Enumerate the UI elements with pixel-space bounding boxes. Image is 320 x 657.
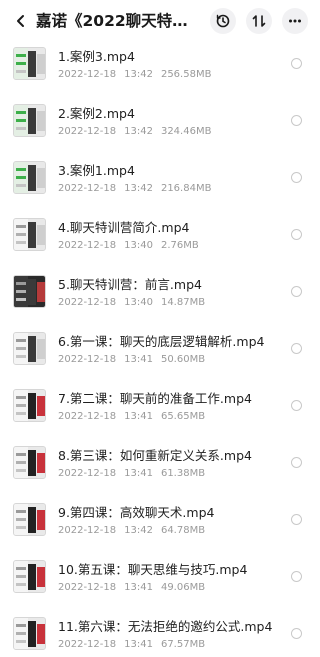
file-row[interactable]: 5.聊天特训营：前言.mp4 2022-12-18 13:40 14.87MB (0, 270, 320, 327)
file-row[interactable]: 9.第四课：高效聊天术.mp4 2022-12-18 13:42 64.78MB (0, 498, 320, 555)
file-size: 324.46MB (160, 126, 212, 137)
select-radio[interactable] (291, 286, 302, 297)
file-size: 64.78MB (160, 525, 206, 536)
file-date: 2022-12-18 (58, 525, 117, 536)
file-date: 2022-12-18 (58, 240, 117, 251)
file-meta: 2022-12-18 13:42 64.78MB (58, 524, 213, 538)
file-size: 65.65MB (160, 411, 206, 422)
file-meta: 2022-12-18 13:41 49.06MB (58, 581, 213, 595)
file-date: 2022-12-18 (58, 468, 117, 479)
video-thumbnail (13, 389, 46, 422)
select-radio[interactable] (291, 400, 302, 411)
file-size: 49.06MB (160, 582, 206, 593)
file-time: 13:40 (124, 297, 153, 308)
file-date: 2022-12-18 (58, 639, 117, 650)
file-name: 11.第六课：无法拒绝的邀约公式.mp4 (58, 619, 273, 634)
video-thumbnail (13, 617, 46, 650)
file-size: 14.87MB (160, 297, 206, 308)
file-row[interactable]: 11.第六课：无法拒绝的邀约公式.mp4 2022-12-18 13:41 67.57… (0, 612, 320, 657)
file-time: 13:40 (124, 240, 153, 251)
file-name: 10.第五课：聊天思维与技巧.mp4 (58, 562, 248, 577)
file-meta: 2022-12-18 13:41 61.38MB (58, 467, 213, 481)
file-size: 2.76MB (160, 240, 199, 251)
file-name: 6.第一课：聊天的底层逻辑解析.mp4 (58, 334, 265, 349)
file-time: 13:42 (124, 183, 153, 194)
file-row[interactable]: 6.第一课：聊天的底层逻辑解析.mp4 2022-12-18 13:41 50.60M… (0, 327, 320, 384)
select-radio[interactable] (291, 115, 302, 126)
back-arrow-icon[interactable] (10, 10, 32, 32)
video-thumbnail (13, 47, 46, 80)
video-thumbnail (13, 332, 46, 365)
select-radio[interactable] (291, 229, 302, 240)
file-row[interactable]: 8.第三课：如何重新定义关系.mp4 2022-12-18 13:41 61.38MB (0, 441, 320, 498)
file-name: 4.聊天特训营简介.mp4 (58, 220, 190, 235)
file-date: 2022-12-18 (58, 411, 117, 422)
file-time: 13:42 (124, 126, 153, 137)
file-time: 13:42 (124, 69, 153, 80)
file-name: 8.第三课：如何重新定义关系.mp4 (58, 448, 252, 463)
file-row[interactable]: 4.聊天特训营简介.mp4 2022-12-18 13:40 2.76MB (0, 213, 320, 270)
file-name: 2.案例2.mp4 (58, 106, 135, 121)
file-name: 3.案例1.mp4 (58, 163, 135, 178)
file-name: 5.聊天特训营：前言.mp4 (58, 277, 202, 292)
select-radio[interactable] (291, 514, 302, 525)
file-size: 50.60MB (160, 354, 206, 365)
file-time: 13:41 (124, 639, 153, 650)
select-radio[interactable] (291, 457, 302, 468)
file-time: 13:41 (124, 582, 153, 593)
select-radio[interactable] (291, 58, 302, 69)
file-meta: 2022-12-18 13:41 67.57MB (58, 638, 213, 652)
video-thumbnail (13, 560, 46, 593)
file-list: 1.案例3.mp4 2022-12-18 13:42 256.58MB 2.案例2.mp… (0, 42, 320, 657)
file-row[interactable]: 7.第二课：聊天前的准备工作.mp4 2022-12-18 13:41 65.65MB (0, 384, 320, 441)
file-time: 13:41 (124, 468, 153, 479)
select-radio[interactable] (291, 172, 302, 183)
video-thumbnail (13, 503, 46, 536)
file-date: 2022-12-18 (58, 582, 117, 593)
page-title: 嘉诺《2022聊天特训营... (36, 12, 196, 30)
select-radio[interactable] (291, 628, 302, 639)
file-meta: 2022-12-18 13:40 2.76MB (58, 239, 207, 253)
file-meta: 2022-12-18 13:40 14.87MB (58, 296, 213, 310)
file-row[interactable]: 10.第五课：聊天思维与技巧.mp4 2022-12-18 13:41 49.06MB (0, 555, 320, 612)
file-date: 2022-12-18 (58, 126, 117, 137)
video-thumbnail (13, 104, 46, 137)
file-time: 13:41 (124, 354, 153, 365)
file-row[interactable]: 1.案例3.mp4 2022-12-18 13:42 256.58MB (0, 42, 320, 99)
top-bar: 嘉诺《2022聊天特训营... (0, 0, 320, 42)
file-meta: 2022-12-18 13:41 50.60MB (58, 353, 213, 367)
video-thumbnail (13, 275, 46, 308)
file-size: 256.58MB (160, 69, 212, 80)
file-time: 13:41 (124, 411, 153, 422)
file-name: 7.第二课：聊天前的准备工作.mp4 (58, 391, 252, 406)
file-row[interactable]: 3.案例1.mp4 2022-12-18 13:42 216.84MB (0, 156, 320, 213)
file-date: 2022-12-18 (58, 183, 117, 194)
file-size: 67.57MB (160, 639, 206, 650)
file-row[interactable]: 2.案例2.mp4 2022-12-18 13:42 324.46MB (0, 99, 320, 156)
file-time: 13:42 (124, 525, 153, 536)
file-meta: 2022-12-18 13:42 324.46MB (58, 125, 219, 139)
select-radio[interactable] (291, 343, 302, 354)
video-thumbnail (13, 218, 46, 251)
sort-icon[interactable] (246, 8, 272, 34)
video-thumbnail (13, 446, 46, 479)
file-meta: 2022-12-18 13:42 256.58MB (58, 68, 219, 82)
more-icon[interactable] (282, 8, 308, 34)
file-meta: 2022-12-18 13:41 65.65MB (58, 410, 213, 424)
file-name: 9.第四课：高效聊天术.mp4 (58, 505, 215, 520)
select-radio[interactable] (291, 571, 302, 582)
file-date: 2022-12-18 (58, 354, 117, 365)
file-date: 2022-12-18 (58, 69, 117, 80)
file-meta: 2022-12-18 13:42 216.84MB (58, 182, 219, 196)
file-size: 61.38MB (160, 468, 206, 479)
file-date: 2022-12-18 (58, 297, 117, 308)
file-name: 1.案例3.mp4 (58, 49, 135, 64)
file-size: 216.84MB (160, 183, 212, 194)
history-icon[interactable] (210, 8, 236, 34)
video-thumbnail (13, 161, 46, 194)
